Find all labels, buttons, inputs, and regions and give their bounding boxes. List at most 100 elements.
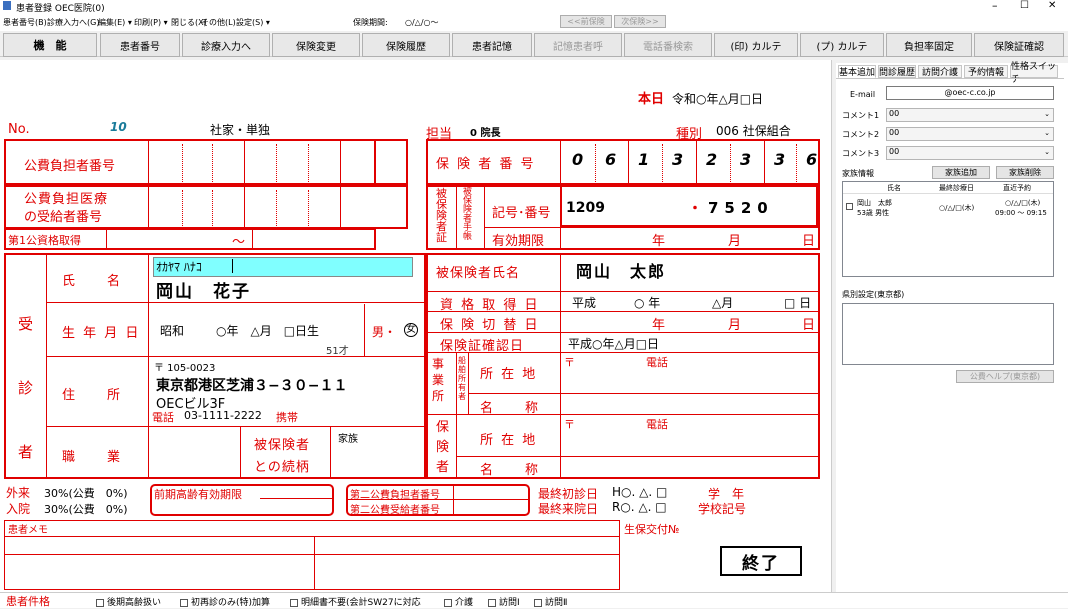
relation-label-2: との続柄 [254, 460, 310, 475]
kigo-value: 1209 [566, 200, 605, 216]
period-value: ○/△/○～ [405, 18, 439, 27]
check-koki[interactable]: 後期高齢扱い [96, 595, 161, 608]
preview-chart-button[interactable]: (プ) カルテ [800, 33, 884, 57]
last-in-label: 最終来院日 [538, 502, 599, 516]
chevron-down-icon: ⌄ [1044, 148, 1050, 156]
close-icon[interactable]: ✕ [1048, 0, 1056, 11]
phone-search-button[interactable]: 電話番検索 [624, 33, 712, 57]
text-cursor [232, 259, 233, 273]
last-visit-value: H○. △. □ [612, 485, 668, 499]
period-label: 保険期間: [353, 18, 388, 27]
first-public-label: 第1公資格取得 [8, 234, 81, 247]
jigyosho-tel-label: 電話 [646, 356, 668, 369]
chevron-down-icon: ⌄ [1044, 129, 1050, 137]
maximize-icon[interactable]: ☐ [1020, 0, 1029, 11]
today-value: 令和○年△月□日 [672, 92, 764, 106]
shikaku-month: △月 [712, 296, 734, 310]
gakko-label: 学校記号 [698, 502, 747, 516]
fix-ratio-button[interactable]: 負担率固定 [886, 33, 972, 57]
next-insurance-button[interactable]: 次保険>> [614, 15, 666, 28]
sex-female-circle[interactable]: 女 [404, 323, 418, 337]
insurance-kind: 社家・単独 [210, 123, 271, 137]
title-bar: 患者登録 OEC医院(0) – ☐ ✕ [0, 0, 1068, 14]
minimize-icon[interactable]: – [992, 0, 998, 12]
no-label: No. [8, 122, 30, 137]
comment-1-select[interactable]: 00 ⌄ [886, 108, 1054, 122]
comment-1-label: コメント1 [842, 111, 880, 120]
hihoken-label: 被保険者証 [436, 187, 447, 244]
postal-value: 〒 105-0023 [154, 363, 216, 374]
menu-to-input[interactable]: 診療入力へ(G) [47, 17, 99, 28]
recall-patient-button[interactable]: 記憶患者呼 [534, 33, 622, 57]
kirikae-year: 年 [652, 318, 666, 333]
tab-visit[interactable]: 訪問介護 [918, 65, 962, 78]
public-recipient-label-2: の受給者番号 [24, 210, 103, 225]
senpaku-label: 船舶所有者 [458, 356, 466, 401]
family-col-next: 直近予約 [1003, 184, 1031, 192]
insurer-digit: 3 [672, 150, 684, 169]
check-houmon-1[interactable]: 訪問Ⅰ [488, 595, 520, 608]
tel-label: 電話 [152, 411, 174, 424]
comment-2-label: コメント2 [842, 130, 880, 139]
menu-other[interactable]: その他(L) [201, 17, 236, 28]
birth-label: 生 年 月 日 [62, 326, 141, 341]
shikaku-era: 平成 [572, 296, 597, 310]
app-icon [3, 1, 11, 10]
comment-2-select[interactable]: 00 ⌄ [886, 127, 1054, 141]
age-value: 51才 [326, 346, 349, 357]
yuko-year: 年 [652, 234, 666, 249]
family-add-button[interactable]: 家族追加 [932, 166, 990, 179]
family-row[interactable]: 岡山 太郎 53歳 男性 ○/△/□(木) ○/△/□(木) 09:00 ～ 0… [843, 195, 1053, 219]
menu-edit[interactable]: 編集(E) ▾ [98, 17, 132, 28]
relation-label-1: 被保険者 [254, 438, 311, 453]
patient-no-button[interactable]: 患者番号 [100, 33, 180, 57]
email-input[interactable]: @oec-c.co.jp [886, 86, 1054, 100]
hoken-name-label: 名 称 [480, 463, 541, 478]
tab-basic[interactable]: 基本追加 [838, 65, 876, 78]
kana-input[interactable]: ｵｶﾔﾏ ﾊﾅｺ [153, 257, 413, 277]
comment-3-label: コメント3 [842, 149, 880, 158]
tab-monshin[interactable]: 問診履歴 [878, 65, 916, 78]
jigyosho-postal: 〒 [564, 356, 575, 369]
window-title: 患者登録 OEC医院(0) [16, 4, 105, 14]
insurer-digit: 6 [605, 150, 617, 169]
to-input-button[interactable]: 診療入力へ [182, 33, 270, 57]
check-kaigo[interactable]: 介護 [444, 595, 473, 608]
memo-label: 患者メモ [8, 525, 48, 536]
prefecture-box[interactable] [842, 303, 1054, 365]
family-row-checkbox[interactable] [846, 203, 853, 210]
comment-3-select[interactable]: 00 ⌄ [886, 146, 1054, 160]
nyuin-value: 30%(公費 0%) [44, 503, 128, 516]
yuko-month: 月 [728, 234, 742, 249]
check-card-button[interactable]: 保険証確認 [974, 33, 1064, 57]
tab-switch[interactable]: 性格スイッチ [1010, 62, 1058, 85]
check-shoshin[interactable]: 初再診のみ(特)加算 [180, 595, 270, 608]
tab-reserve[interactable]: 予約情報 [964, 65, 1008, 78]
change-insurance-button[interactable]: 保険変更 [272, 33, 360, 57]
menu-patient-no[interactable]: 患者番号(B) [3, 17, 47, 28]
check-houmon-2[interactable]: 訪問Ⅱ [534, 595, 567, 608]
family-delete-button[interactable]: 家族削除 [996, 166, 1054, 179]
insurer-digit: 6 [806, 150, 818, 169]
function-button[interactable]: 機 能 [3, 33, 97, 57]
remember-patient-button[interactable]: 患者記憶 [452, 33, 532, 57]
status-label: 患者件格 [6, 595, 50, 608]
insurance-history-button[interactable]: 保険履歴 [362, 33, 450, 57]
hoken-postal: 〒 [564, 418, 575, 431]
end-button[interactable]: 終了 [720, 546, 802, 576]
hoken-address-label: 所 在 地 [480, 433, 538, 448]
patient-form: 本日 令和○年△月□日 No. 10 社家・単独 担当 0 院長 種別 006 … [0, 60, 832, 608]
job-label: 職 業 [62, 450, 123, 465]
memo-box[interactable] [4, 520, 620, 590]
jigyosho-label: 事業所 [432, 357, 445, 403]
seiho-label: 生保交付№ [624, 523, 680, 536]
family-list-header: 氏名 最終診療日 直近予約 [843, 182, 1053, 194]
chevron-down-icon: ⌄ [1044, 110, 1050, 118]
function-toolbar: 機 能 患者番号 診療入力へ 保険変更 保険履歴 患者記憶 記憶患者呼 電話番検… [0, 31, 1068, 57]
menu-print[interactable]: 印刷(P) ▾ [134, 17, 168, 28]
menu-settings[interactable]: 設定(S) ▾ [236, 17, 270, 28]
prev-insurance-button[interactable]: <<前保険 [560, 15, 612, 28]
check-meisai[interactable]: 明細書不要(会計SW27に対応 [290, 595, 421, 608]
print-chart-button[interactable]: (印) カルテ [714, 33, 798, 57]
public-help-button[interactable]: 公費ヘルプ(東京都) [956, 370, 1054, 383]
